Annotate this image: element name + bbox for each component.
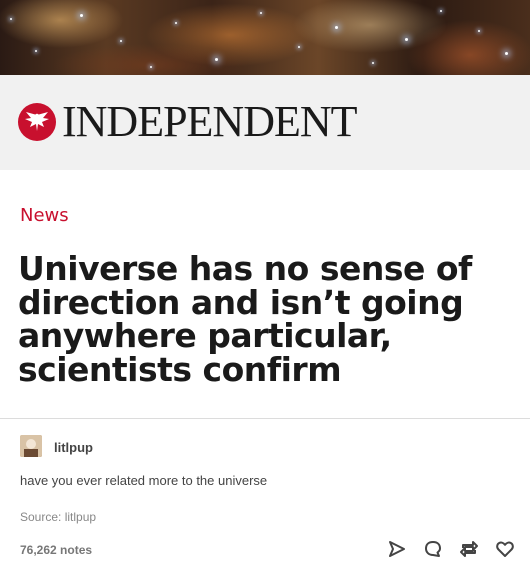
notes-count[interactable]: 76,262 notes — [20, 543, 92, 557]
article-headline[interactable]: Universe has no sense of direction and i… — [18, 252, 518, 387]
reply-icon[interactable] — [422, 538, 444, 560]
post-card: INDEPENDENT News Universe has no sense o… — [0, 0, 530, 565]
source-row: Source: litlpup — [20, 510, 96, 524]
post-caption: have you ever related more to the univer… — [20, 473, 268, 488]
reblog-icon[interactable] — [458, 538, 480, 560]
space-banner-image — [0, 0, 530, 75]
section-link-news[interactable]: News — [20, 205, 69, 226]
like-icon[interactable] — [494, 538, 516, 560]
eagle-logo-icon — [18, 103, 56, 141]
username-link[interactable]: litlpup — [54, 440, 93, 455]
independent-masthead[interactable]: INDEPENDENT — [0, 75, 530, 170]
source-label: Source: — [20, 510, 62, 524]
logo-wordmark: INDEPENDENT — [62, 97, 358, 146]
avatar[interactable] — [20, 435, 42, 457]
divider — [0, 418, 530, 419]
independent-logo[interactable]: INDEPENDENT — [18, 97, 358, 146]
source-link[interactable]: litlpup — [65, 510, 96, 524]
share-icon[interactable] — [386, 538, 408, 560]
post-actions — [386, 538, 516, 560]
